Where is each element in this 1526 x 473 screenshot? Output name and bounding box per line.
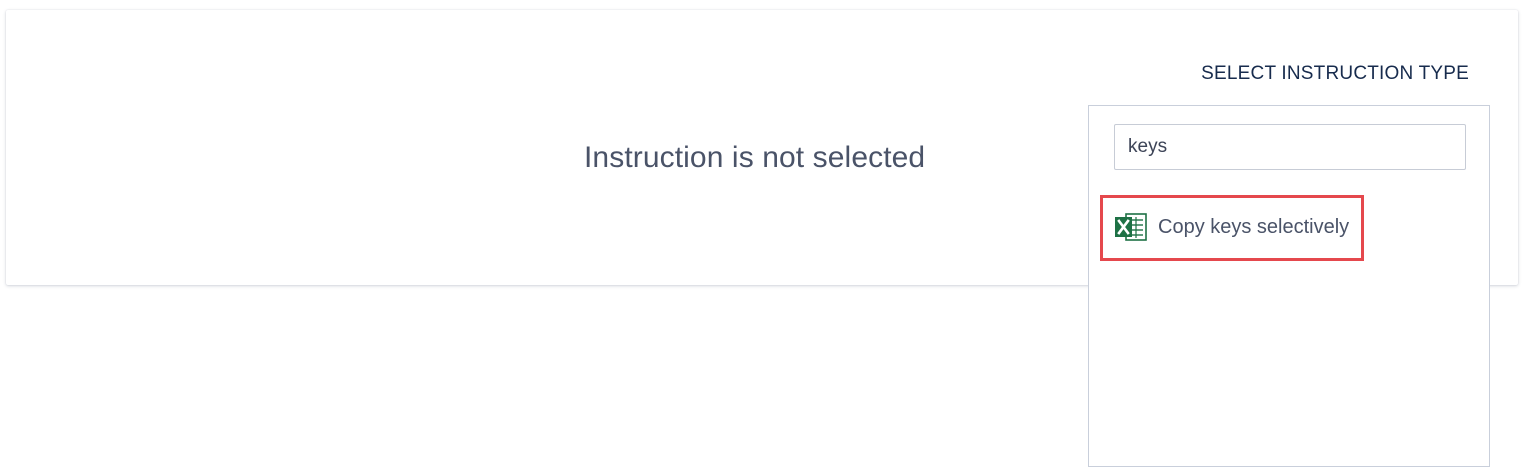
option-copy-keys-selectively[interactable]: Copy keys selectively bbox=[1114, 210, 1349, 244]
excel-icon bbox=[1114, 211, 1148, 243]
option-label: Copy keys selectively bbox=[1158, 215, 1350, 238]
empty-state-message: Instruction is not selected bbox=[584, 141, 926, 174]
select-instruction-type-title: SELECT INSTRUCTION TYPE bbox=[1201, 63, 1469, 84]
instruction-type-dropdown: Copy keys selectively bbox=[1088, 105, 1490, 467]
instruction-search-input[interactable] bbox=[1114, 124, 1466, 170]
